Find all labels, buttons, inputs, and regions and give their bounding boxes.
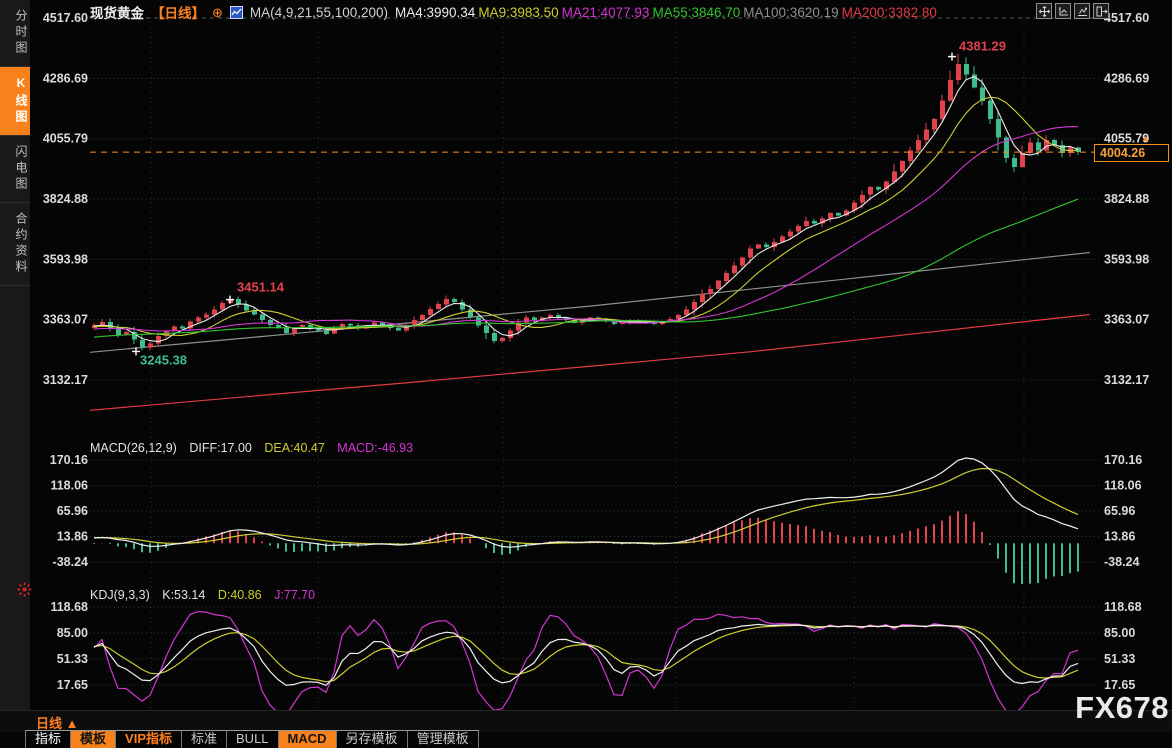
ma-params-label: MA(4,9,21,55,100,200): [250, 5, 388, 20]
ma-value: MA100:3620.19: [743, 5, 838, 20]
y-axis-label: 4055.79: [43, 132, 88, 146]
y-axis-label: 3824.88: [1104, 192, 1149, 206]
y-axis-label: 3132.17: [43, 373, 88, 387]
y-axis-label: 3824.88: [43, 192, 88, 206]
ma-overlay-lines: [90, 253, 1090, 411]
y-axis-label: 3593.98: [1104, 252, 1149, 266]
kdj-k-value: K:53.14: [162, 588, 205, 602]
ma-value: MA55:3846.70: [652, 5, 740, 20]
y-axis-label: 65.96: [57, 504, 88, 518]
symbol-name: 现货黄金: [90, 2, 144, 22]
y-axis-label: 85.00: [57, 626, 88, 640]
y-axis-label: 118.68: [50, 600, 88, 614]
macd-dea-value: DEA:40.47: [264, 441, 324, 455]
gridlines: [90, 12, 1100, 710]
macd-diff-value: DIFF:17.00: [189, 441, 252, 455]
chart-header: 现货黄金 【日线】 ⊕ MA(4,9,21,55,100,200) MA4:39…: [90, 3, 940, 21]
kdj-header: KDJ(9,3,3) K:53.14 D:40.86 J:77.70: [90, 588, 324, 602]
toolbar-scale-icon[interactable]: [1055, 3, 1071, 19]
ma-value: MA21:4077.93: [562, 5, 650, 20]
y-axis-label: 13.86: [1104, 530, 1135, 544]
macd-value: MACD:-46.93: [337, 441, 413, 455]
y-axis-label: 3363.07: [43, 313, 88, 327]
y-axis-label: -38.24: [1104, 555, 1139, 569]
macd-header: MACD(26,12,9) DIFF:17.00 DEA:40.47 MACD:…: [90, 441, 422, 455]
alert-starburst-icon: [16, 581, 33, 603]
dea-line: [94, 469, 1078, 545]
y-axis-label: 3363.07: [1104, 313, 1149, 327]
y-axis-label: 85.00: [1104, 626, 1135, 640]
sidebar-item[interactable]: 分时图: [0, 0, 30, 67]
kdj-j-value: J:77.70: [274, 588, 315, 602]
y-axis-label: 4286.69: [43, 71, 88, 85]
footer-tab[interactable]: 指标: [26, 731, 71, 748]
x-axis-row: 日线 ▲: [0, 710, 1172, 732]
sidebar-item[interactable]: 闪电图: [0, 136, 30, 203]
ma-values: MA4:3990.34MA9:3983.50 MA21:4077.93MA55:3…: [395, 5, 940, 20]
sidebar-item[interactable]: K线图: [0, 67, 30, 136]
y-axis-label: 3593.98: [43, 252, 88, 266]
mini-chart-icon[interactable]: [230, 6, 243, 19]
last-price-tag: 4004.26: [1094, 144, 1169, 162]
footer-tab[interactable]: 模板: [71, 731, 116, 748]
ma-lines: [94, 77, 1078, 342]
y-axis-label: 118.68: [1104, 600, 1142, 614]
y-axis-label: 17.65: [57, 678, 88, 692]
toolbar-trend-icon[interactable]: [1074, 3, 1090, 19]
trading-terminal: 3245.38 3451.14 4381.29 4517.60 4517.60 4286.…: [0, 0, 1172, 748]
footer-tab[interactable]: MACD: [279, 731, 337, 748]
price-annotation: 3451.14: [237, 280, 285, 295]
diff-line: [94, 458, 1078, 547]
y-axis-label: 118.06: [1104, 479, 1142, 493]
y-axis-label: 3132.17: [1104, 373, 1149, 387]
y-axis-label: 118.06: [50, 479, 88, 493]
chart-canvas[interactable]: 3245.38 3451.14 4381.29 4517.60 4517.60 4286.…: [0, 0, 1172, 748]
price-annotation: 3245.38: [140, 352, 187, 367]
y-axis-label: 4286.69: [1104, 71, 1149, 85]
y-axis-label: 170.16: [50, 453, 88, 467]
macd-title: MACD(26,12,9): [90, 441, 177, 455]
watermark: FX678: [1075, 690, 1169, 726]
y-axis-label: -38.24: [53, 555, 88, 569]
chart-type-sidebar: 分时图K线图闪电图合约资料: [0, 0, 31, 710]
kdj-layer: [94, 612, 1078, 715]
price-marker-icon: ▲: [1141, 133, 1150, 143]
footer-tab[interactable]: BULL: [227, 731, 279, 748]
footer-tab[interactable]: 标准: [182, 731, 227, 748]
toolbar-move-icon[interactable]: [1036, 3, 1052, 19]
ma-value: MA4:3990.34: [395, 5, 475, 20]
footer-tab[interactable]: 另存模板: [337, 731, 408, 748]
indicator-tab-bar: 指标模板VIP指标标准BULLMACD另存模板管理模板: [25, 730, 479, 748]
y-axis-label: 4517.60: [1104, 11, 1149, 25]
y-axis-label: 170.16: [1104, 453, 1142, 467]
y-axis-label: 65.96: [1104, 504, 1135, 518]
y-axis-label: 51.33: [1104, 652, 1135, 666]
price-annotation: 4381.29: [959, 39, 1006, 54]
j-line: [94, 612, 1078, 715]
sidebar-item[interactable]: 合约资料: [0, 203, 30, 286]
footer-tab[interactable]: 管理模板: [408, 731, 479, 748]
kdj-d-value: D:40.86: [218, 588, 262, 602]
axis-labels: 4517.604517.604286.694286.694055.794055.…: [43, 11, 1149, 729]
y-axis-label: 51.33: [57, 652, 88, 666]
d-line: [94, 625, 1078, 682]
add-compare-icon[interactable]: ⊕: [212, 6, 223, 19]
ma-value: MA200:3382.80: [842, 5, 937, 20]
y-axis-label: 13.86: [57, 530, 88, 544]
ma-value: MA9:3983.50: [478, 5, 558, 20]
macd-layer: [94, 458, 1078, 586]
period-tag: 【日线】: [151, 2, 205, 22]
toolbar-popout-icon[interactable]: [1093, 3, 1109, 19]
chart-toolbar: [1036, 3, 1109, 19]
footer-tab[interactable]: VIP指标: [116, 731, 182, 748]
kdj-title: KDJ(9,3,3): [90, 588, 150, 602]
y-axis-label: 4517.60: [43, 11, 88, 25]
